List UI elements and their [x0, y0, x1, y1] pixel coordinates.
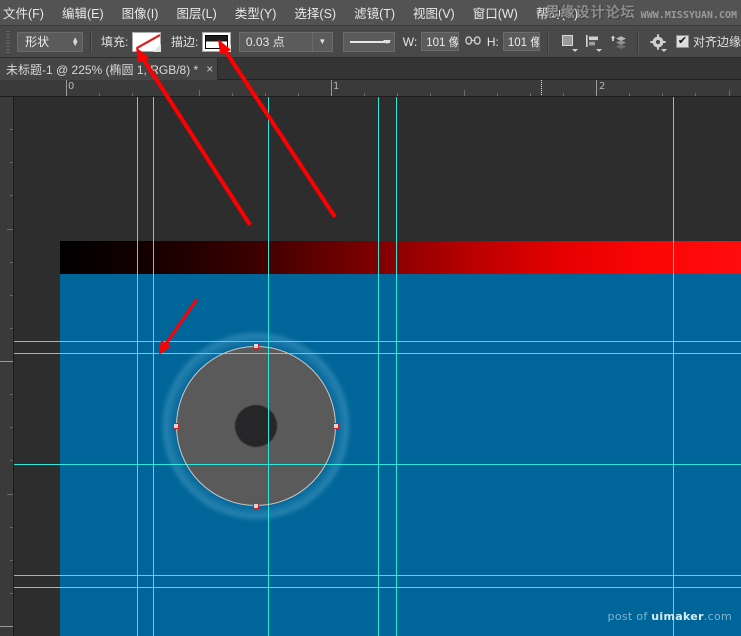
- photoshop-window: 文件(F) 编辑(E) 图像(I) 图层(L) 类型(Y) 选择(S) 滤镜(T…: [0, 0, 741, 636]
- divider: [90, 30, 92, 53]
- ruler-label-0: 0: [68, 81, 75, 92]
- guide-horizontal-3[interactable]: [14, 464, 741, 465]
- ruler-label-1: 1: [333, 81, 340, 92]
- divider: [547, 30, 550, 53]
- chain-link-icon[interactable]: [465, 33, 481, 51]
- chevron-updown-icon: ▲ ▼: [71, 34, 80, 48]
- path-operations-icon[interactable]: [559, 31, 578, 53]
- chevron-down-icon: [571, 48, 578, 52]
- width-label: W:: [402, 34, 418, 49]
- vertical-ruler[interactable]: [0, 97, 14, 636]
- path-anchor-left[interactable]: [173, 423, 179, 429]
- stroke-dropdown-arrow-icon[interactable]: [222, 43, 231, 52]
- gear-icon[interactable]: [649, 31, 667, 53]
- divider: [636, 30, 639, 53]
- guide-vertical-1[interactable]: [137, 97, 138, 636]
- width-input[interactable]: 101 像: [421, 32, 459, 51]
- path-anchor-right[interactable]: [333, 423, 339, 429]
- chevron-down-icon: [595, 48, 602, 52]
- watermark-suffix: .com: [703, 610, 732, 623]
- fill-label: 填充:: [100, 35, 129, 49]
- canvas-work-area[interactable]: post of uimaker.com: [14, 97, 741, 636]
- menu-file[interactable]: 文件(F): [0, 0, 53, 25]
- tool-mode-value: 形状: [25, 35, 50, 49]
- menu-view[interactable]: 视图(V): [404, 0, 464, 25]
- site-watermark-bottom: post of uimaker.com: [608, 610, 732, 623]
- fill-swatch-button[interactable]: [132, 31, 161, 52]
- document-tab[interactable]: 未标题-1 @ 225% (椭圆 1, RGB/8) * ×: [0, 58, 219, 80]
- path-alignment-icon[interactable]: [584, 31, 602, 53]
- ruler-label-2: 2: [599, 81, 606, 92]
- align-edges-checkbox-group[interactable]: ✔ 对齐边缘: [675, 33, 741, 50]
- watermark-prefix: post of: [607, 610, 652, 623]
- height-input[interactable]: 101 像: [502, 32, 541, 51]
- stroke-label: 描边:: [170, 35, 199, 49]
- blue-background-layer: [60, 274, 741, 636]
- menu-help[interactable]: 帮助(H): [527, 0, 587, 25]
- guide-horizontal-4[interactable]: [14, 575, 741, 576]
- menu-layer[interactable]: 图层(L): [167, 0, 225, 25]
- artboard[interactable]: [60, 97, 741, 636]
- watermark-url-text: WWW.MISSYUAN.COM: [640, 10, 737, 21]
- document-tab-bar: 未标题-1 @ 225% (椭圆 1, RGB/8) * ×: [0, 58, 741, 80]
- guide-vertical-2[interactable]: [153, 97, 154, 636]
- menu-image[interactable]: 图像(I): [113, 0, 168, 25]
- align-edges-label: 对齐边缘: [692, 35, 741, 49]
- tool-options-bar: 形状 ▲ ▼ 填充: 描边: 0.03 点 ▼ W: 101 像 H: 101 …: [0, 26, 741, 58]
- document-tab-title: 未标题-1 @ 225% (椭圆 1, RGB/8) *: [6, 62, 199, 77]
- path-anchor-top[interactable]: [253, 343, 259, 349]
- tool-mode-select[interactable]: 形状 ▲ ▼: [17, 31, 84, 52]
- stroke-swatch-button[interactable]: [202, 31, 231, 52]
- menu-edit[interactable]: 编辑(E): [53, 0, 113, 25]
- chevron-down-icon: [382, 39, 391, 44]
- guide-vertical-4[interactable]: [378, 97, 379, 636]
- guide-horizontal-1[interactable]: [14, 341, 741, 342]
- ruler-position-marker: [541, 80, 542, 96]
- guide-horizontal-5[interactable]: [14, 587, 741, 588]
- menu-select[interactable]: 选择(S): [285, 0, 345, 25]
- options-bar-grip[interactable]: [6, 30, 11, 53]
- menu-filter[interactable]: 滤镜(T): [345, 0, 404, 25]
- path-arrangement-icon[interactable]: [608, 31, 627, 53]
- stroke-width-control[interactable]: 0.03 点 ▼: [238, 31, 333, 52]
- watermark-brand: uimaker: [651, 610, 704, 623]
- path-anchor-bottom[interactable]: [253, 503, 259, 509]
- menu-window[interactable]: 窗口(W): [464, 0, 527, 25]
- gradient-band-layer: [60, 241, 741, 274]
- guide-horizontal-2[interactable]: [14, 353, 741, 354]
- stroke-style-select[interactable]: [342, 31, 395, 52]
- vector-path-outline[interactable]: [176, 346, 336, 506]
- guide-vertical-6[interactable]: [673, 97, 674, 636]
- menu-type[interactable]: 类型(Y): [226, 0, 286, 25]
- horizontal-ruler[interactable]: 0 1 2: [0, 80, 741, 97]
- height-label: H:: [486, 34, 499, 49]
- fill-dropdown-arrow-icon[interactable]: [152, 43, 161, 52]
- close-icon[interactable]: ×: [206, 63, 213, 75]
- stroke-width-dropdown-icon[interactable]: ▼: [312, 31, 333, 52]
- stroke-width-value[interactable]: 0.03 点: [238, 31, 313, 52]
- guide-vertical-5[interactable]: [396, 97, 397, 636]
- align-edges-checkbox[interactable]: ✔: [675, 35, 689, 48]
- chevron-down-icon: [660, 48, 667, 52]
- menu-bar: 文件(F) 编辑(E) 图像(I) 图层(L) 类型(Y) 选择(S) 滤镜(T…: [0, 0, 741, 26]
